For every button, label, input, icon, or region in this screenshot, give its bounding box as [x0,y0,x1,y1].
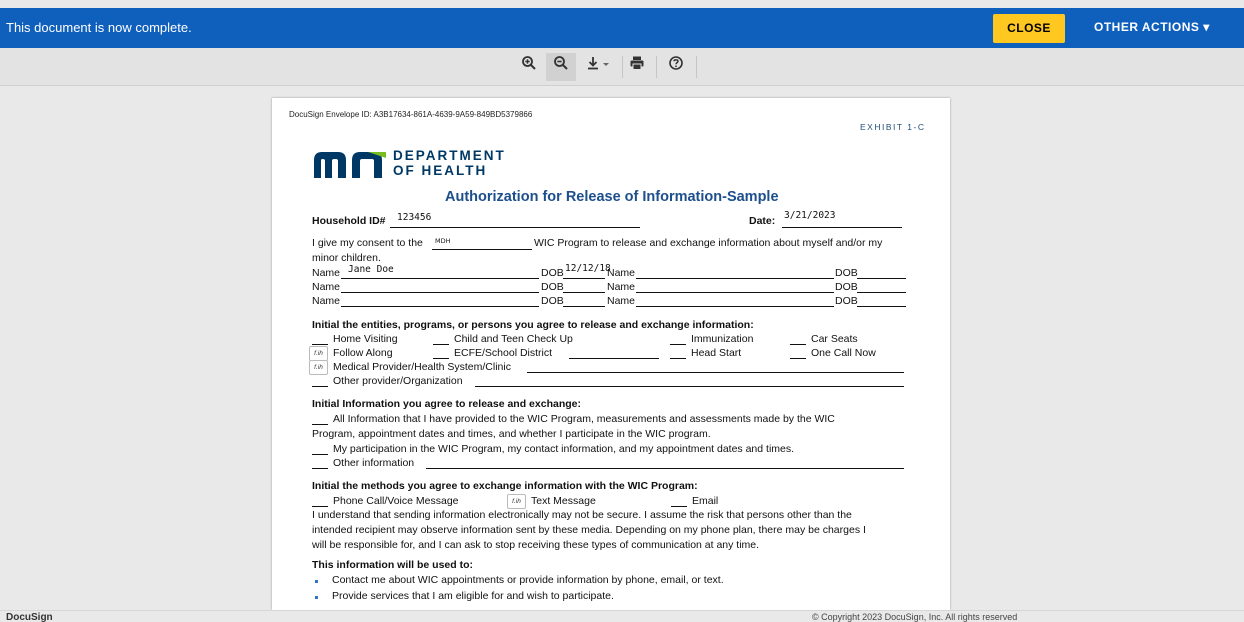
toolbar-divider [696,56,697,78]
understand-line-2: intended recipient may observe informati… [312,524,866,536]
date-value: 3/21/2023 [784,210,836,221]
email: Email [692,495,719,507]
dob-label: DOB [541,267,564,279]
toolbar-divider [656,56,657,78]
document-page: DocuSign Envelope ID: A3B17634-861A-4639… [272,98,950,610]
household-label: Household ID# [312,215,386,227]
initial-follow-along: f.ih [309,346,328,361]
dob-label: DOB [541,281,564,293]
understand-line-1: I understand that sending information el… [312,509,852,521]
name-label: Name [312,267,341,279]
phone-call: Phone Call/Voice Message [333,495,459,507]
consent-post: WIC Program to release and exchange info… [534,237,883,249]
dept-line-2: OF HEALTH [393,163,488,178]
one-call-now: One Call Now [811,347,876,359]
participation-info: My participation in the WIC Program, my … [333,443,795,455]
dob-label: DOB [835,295,858,307]
name-label: Name [312,295,341,307]
use-item-2: Provide services that I am eligible for … [332,590,614,602]
other-provider: Other provider/Organization [333,375,463,387]
other-info: Other information [333,457,415,469]
consent-value: MDH [435,237,451,245]
envelope-id: DocuSign Envelope ID: A3B17634-861A-4639… [289,110,533,119]
use-item-1: Contact me about WIC appointments or pro… [332,574,724,586]
medical-provider: Medical Provider/Health System/Clinic [333,361,511,373]
dob-1-value: 12/12/18 [565,263,611,274]
help-icon[interactable] [661,53,691,81]
name-label: Name [607,281,636,293]
entities-heading: Initial the entities, programs, or perso… [312,319,754,331]
download-icon[interactable] [580,53,618,81]
name-label: Name [607,267,636,279]
exhibit-label: EXHIBIT 1-C [860,122,926,132]
household-value: 123456 [397,212,432,223]
immunization: Immunization [691,333,754,345]
initial-text-message: f.ih [507,494,526,509]
used-heading: This information will be used to: [312,559,474,571]
zoom-out-icon[interactable] [546,53,576,81]
all-info-line-1: All Information that I have provided to … [333,413,835,425]
close-button[interactable]: CLOSE [993,14,1065,43]
understand-line-3: will be responsible for, and I can ask t… [312,539,760,551]
completion-message: This document is now complete. [6,20,192,35]
viewer-toolbar [0,48,1244,86]
completion-banner: This document is now complete. CLOSE OTH… [0,8,1244,48]
child-teen-check: Child and Teen Check Up [454,333,573,345]
print-icon[interactable] [622,53,652,81]
dept-line-1: DEPARTMENT [393,148,506,163]
bullet-icon [315,580,318,583]
head-start: Head Start [691,347,742,359]
date-label: Date: [749,215,776,227]
dob-label: DOB [541,295,564,307]
methods-heading: Initial the methods you agree to exchang… [312,480,698,492]
consent-line-2: minor children. [312,252,381,264]
all-info-line-2: Program, appointment dates and times, an… [312,428,711,440]
name-label: Name [607,295,636,307]
name-1-value: Jane Doe [348,264,394,275]
initial-medical: f.ih [309,360,328,375]
name-label: Name [312,281,341,293]
car-seats: Car Seats [811,333,858,345]
bullet-icon [315,596,318,599]
dob-label: DOB [835,267,858,279]
info-heading: Initial Information you agree to release… [312,398,581,410]
ecfe-school: ECFE/School District [454,347,553,359]
follow-along: Follow Along [333,347,393,359]
other-actions-menu[interactable]: OTHER ACTIONS ▾ [1094,20,1210,34]
zoom-in-icon[interactable] [514,53,544,81]
home-visiting: Home Visiting [333,333,398,345]
consent-pre: I give my consent to the [312,237,423,249]
footer-bar: DocuSign © Copyright 2023 DocuSign, Inc.… [0,610,1244,622]
mn-logo-icon [314,152,386,178]
document-title: Authorization for Release of Information… [445,189,779,205]
text-message: Text Message [531,495,596,507]
dob-label: DOB [835,281,858,293]
